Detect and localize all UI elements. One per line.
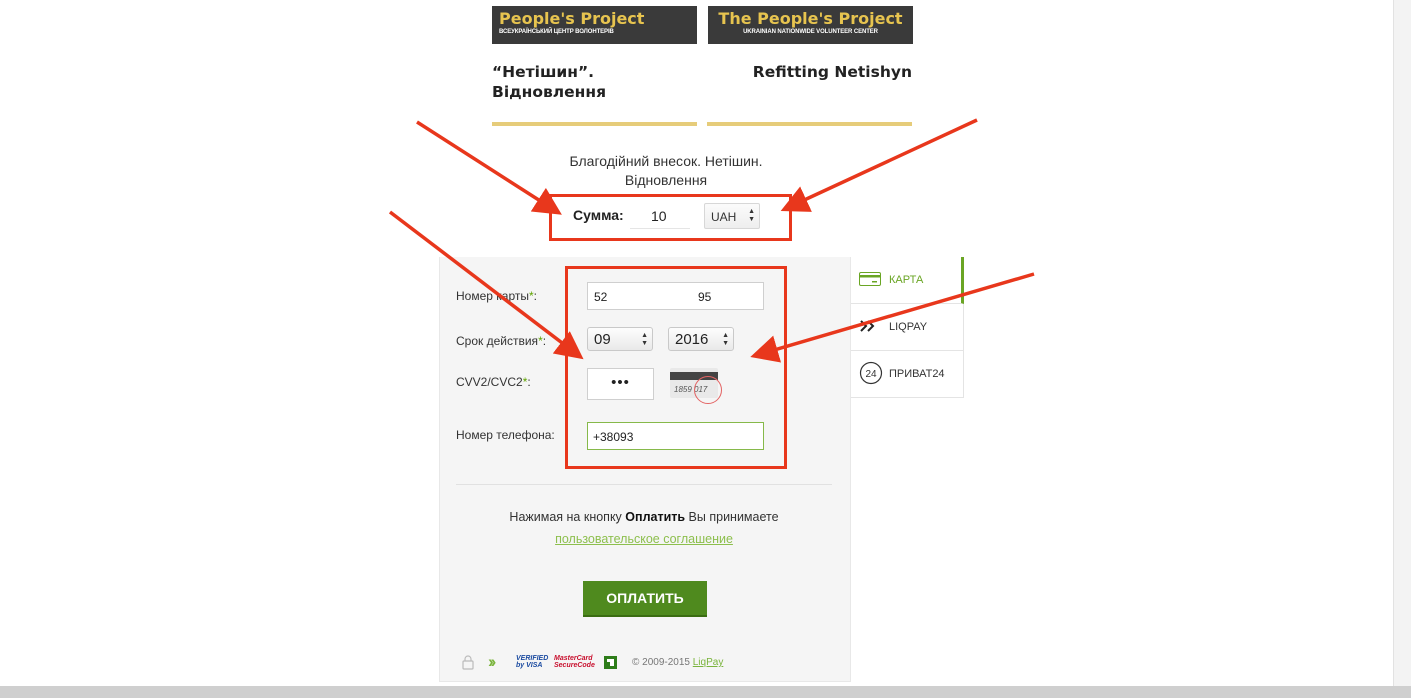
privatbank-logo-icon [604, 656, 617, 669]
copyright: © 2009-2015 LiqPay [632, 657, 723, 668]
title-underline-en [707, 122, 912, 126]
logo-en-tagline: UKRAINIAN NATIONWIDE VOLUNTEER CENTER [743, 29, 878, 35]
liqpay-chevron-icon [860, 320, 875, 332]
card-number-label: Номер карты*: [456, 289, 537, 303]
phone-label: Номер телефона: [456, 428, 555, 442]
liqpay-logo-icon: ›› [488, 652, 497, 671]
project-title-en: Refitting Netishyn [752, 63, 912, 81]
label-colon: : [527, 375, 531, 389]
visa-line1: VERIFIED [516, 655, 549, 662]
terms-button-ref: Оплатить [625, 510, 686, 524]
payment-method-tabs: КАРТА LIQPAY 24 ПРИВАТ24 [851, 257, 964, 398]
user-agreement-link[interactable]: пользовательское соглашение [456, 532, 832, 546]
tab-liqpay[interactable]: LIQPAY [851, 304, 964, 351]
logo-ua-tagline: ВСЕУКРАЇНСЬКИЙ ЦЕНТР ВОЛОНТЕРІВ [499, 29, 614, 35]
peoples-project-logo-en: The People's Project UKRAINIAN NATIONWID… [708, 6, 913, 44]
tab-privat24-label: ПРИВАТ24 [889, 368, 945, 380]
tab-liqpay-label: LIQPAY [889, 321, 928, 333]
card-icon [859, 272, 881, 286]
annotation-box-card-fields [565, 266, 787, 469]
cvv-label-text: CVV2/CVC2 [456, 375, 523, 389]
project-title-ua-line2: Відновлення [492, 83, 607, 101]
terms-prefix: Нажимая на кнопку [509, 510, 626, 524]
tab-card[interactable]: КАРТА [851, 257, 964, 304]
liqpay-link[interactable]: LiqPay [693, 657, 724, 668]
mastercard-securecode-logo: MasterCard SecureCode [554, 655, 595, 669]
tab-card-label: КАРТА [889, 274, 924, 286]
privat24-icon: 24 [859, 361, 883, 385]
peoples-project-logo-ua: People's Project ВСЕУКРАЇНСЬКИЙ ЦЕНТР ВО… [492, 6, 697, 44]
payment-description-line2: Відновлення [624, 172, 708, 188]
terms-suffix: Вы принимаете [685, 510, 779, 524]
logo-ua-name: People's Project [499, 9, 645, 28]
pay-button[interactable]: ОПЛАТИТЬ [583, 581, 707, 617]
tab-privat24[interactable]: 24 ПРИВАТ24 [851, 351, 964, 398]
payment-description: Благодійний внесок. Нетішин. Відновлення [541, 152, 791, 190]
cvv-label: CVV2/CVC2*: [456, 375, 531, 389]
project-title-ua: “Нетішин”. Відновлення [492, 62, 697, 102]
copyright-text: © 2009-2015 [632, 657, 693, 668]
privat24-icon-text: 24 [865, 369, 877, 380]
lock-icon [462, 655, 474, 670]
annotation-arrow-2 [780, 118, 978, 212]
mc-line1: MasterCard [554, 655, 593, 662]
expiry-label: Срок действия*: [456, 334, 546, 348]
payment-description-line1: Благодійний внесок. Нетішин. [569, 153, 763, 169]
annotation-arrow-1 [416, 120, 562, 215]
page-right-edge [1393, 0, 1411, 698]
card-number-label-text: Номер карты [456, 289, 529, 303]
annotation-box-amount [549, 194, 792, 241]
form-divider [456, 484, 832, 485]
label-colon: : [542, 334, 547, 348]
title-underline-ua [492, 122, 697, 126]
logo-en-name: The People's Project [718, 9, 903, 28]
label-colon: : [533, 289, 538, 303]
expiry-label-text: Срок действия [456, 334, 539, 348]
verified-by-visa-logo: VERIFIED by VISA [516, 655, 548, 669]
mc-line2: SecureCode [554, 662, 595, 669]
visa-line2: by VISA [516, 662, 543, 669]
project-title-ua-line1: “Нетішин”. [492, 63, 595, 81]
terms-text: Нажимая на кнопку Оплатить Вы принимаете [456, 510, 832, 524]
bottom-scroll-bar [0, 686, 1411, 698]
